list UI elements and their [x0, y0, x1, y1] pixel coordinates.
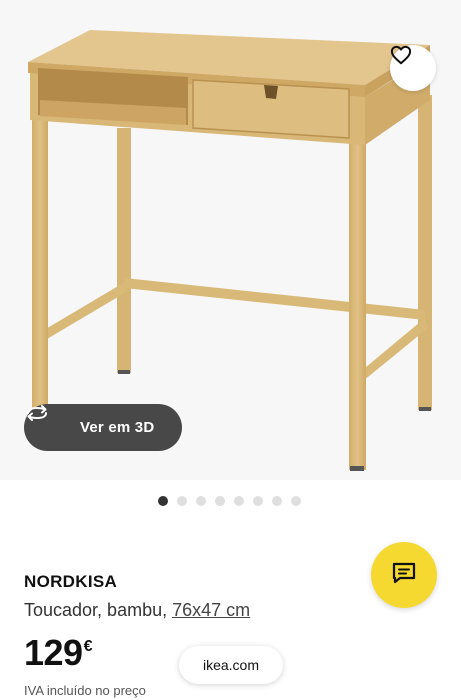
product-name: NORDKISA — [24, 572, 118, 591]
chat-button[interactable] — [371, 542, 437, 608]
product-description: Toucador, bambu, 76x47 cm — [24, 600, 250, 621]
product-dimensions-link[interactable]: 76x47 cm — [172, 600, 250, 620]
gallery-dot[interactable] — [177, 496, 187, 506]
browser-url-pill[interactable]: ikea.com — [179, 646, 283, 684]
product-image[interactable]: Ver em 3D — [0, 0, 461, 480]
favorite-button[interactable] — [390, 45, 436, 91]
vat-note: IVA incluído no preço — [24, 683, 146, 698]
gallery-dot[interactable] — [272, 496, 282, 506]
gallery-dot[interactable] — [158, 496, 168, 506]
gallery-dot[interactable] — [215, 496, 225, 506]
rotate-3d-icon — [27, 405, 70, 438]
product-type: Toucador, bambu, — [24, 600, 168, 620]
gallery-pagination — [158, 496, 301, 506]
view-3d-label: Ver em 3D — [80, 419, 155, 436]
gallery-dot[interactable] — [291, 496, 301, 506]
view-3d-button[interactable]: Ver em 3D — [24, 404, 182, 451]
gallery-dot[interactable] — [234, 496, 244, 506]
chat-bubble-icon — [391, 561, 417, 590]
gallery-dot[interactable] — [196, 496, 206, 506]
price-amount: 129 — [24, 632, 83, 673]
price-currency: € — [83, 638, 93, 655]
product-price: 129 € — [24, 632, 92, 674]
gallery-dot[interactable] — [253, 496, 263, 506]
